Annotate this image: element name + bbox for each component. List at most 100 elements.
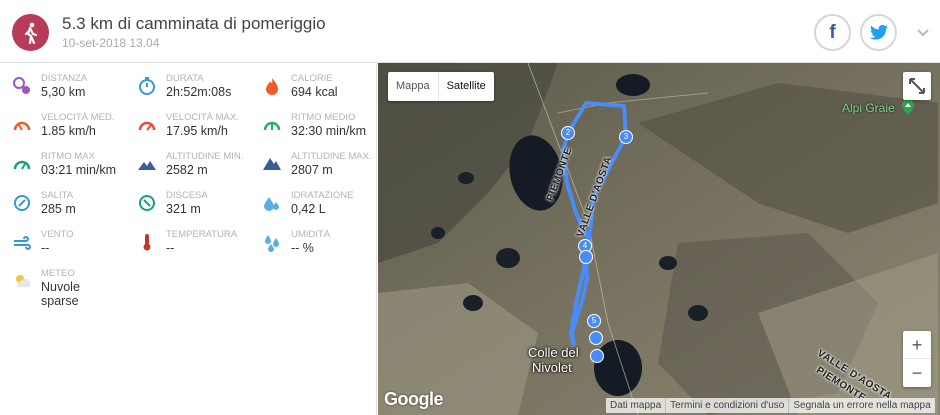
stat-value: 1.85 km/h	[41, 124, 96, 138]
stat-idratazione: IDRATAZIONE 0,42 L	[250, 190, 375, 230]
stat-value: 2h:52m:08s	[166, 85, 232, 99]
stat-label: IDRATAZIONE	[291, 190, 354, 201]
distance-pin-icon	[13, 77, 30, 94]
stat-ritmo-medio: RITMO MEDIO 32:30 min/km	[250, 112, 375, 152]
stat-durata: DURATA 2h:52m:08s	[125, 73, 250, 113]
poi-marker-icon	[902, 99, 914, 115]
zoom-out-button[interactable]: −	[903, 359, 931, 387]
stat-value: 32:30 min/km	[291, 124, 367, 138]
mountain-min-icon	[138, 161, 156, 170]
stat-label: VELOCITÀ MAX.	[166, 112, 239, 123]
route-marker[interactable]	[590, 349, 604, 363]
stat-label: RITMO MAX	[41, 151, 95, 162]
stats-panel: DISTANZA 5,30 km DURATA 2h:52m:08s CALORIE 69…	[0, 63, 377, 415]
stat-label: TEMPERATURA	[166, 229, 238, 240]
fullscreen-icon	[909, 78, 925, 94]
stat-label: ALTITUDINE MAX.	[291, 151, 372, 162]
route-marker[interactable]: 5	[587, 314, 601, 328]
route-marker[interactable]	[589, 331, 603, 345]
speed-gauge-max-icon	[138, 121, 156, 131]
stat-label: CALORIE	[291, 73, 333, 84]
map-data-link[interactable]: Dati mappa	[606, 398, 665, 413]
pace-gauge-max-icon	[13, 160, 31, 170]
zoom-control: + −	[903, 331, 931, 387]
stat-label: VENTO	[41, 229, 74, 240]
stat-value: 2582 m	[166, 163, 208, 177]
map-type-toggle: Mappa Satellite	[388, 72, 494, 101]
stat-label: UMIDITÀ	[291, 229, 331, 240]
stat-value: Nuvole sparse	[41, 280, 80, 308]
thermometer-icon	[143, 234, 151, 251]
stat-value: --	[41, 241, 50, 255]
wind-icon	[14, 236, 31, 250]
stat-label: METEO	[41, 268, 75, 279]
share-twitter-button[interactable]	[860, 14, 897, 51]
stat-value: 285 m	[41, 202, 76, 216]
stat-discesa: DISCESA 321 m	[125, 190, 250, 230]
stat-label: DISTANZA	[41, 73, 88, 84]
stat-value: 2807 m	[291, 163, 333, 177]
mountain-max-icon	[263, 158, 281, 170]
stat-value: 694 kcal	[291, 85, 338, 99]
stat-salita: SALITA 285 m	[0, 190, 125, 230]
satellite-mode-button[interactable]: Satellite	[437, 72, 494, 101]
twitter-bird-icon	[869, 25, 888, 40]
map-footer: Dati mappa Termini e condizioni d'uso Se…	[606, 398, 935, 413]
report-error-link[interactable]: Segnala un errore nella mappa	[788, 398, 934, 413]
descent-compass-icon	[139, 195, 155, 211]
zoom-in-button[interactable]: +	[903, 331, 931, 359]
stat-ritmo-max: RITMO MAX 03:21 min/km	[0, 151, 125, 191]
stopwatch-icon	[139, 77, 155, 95]
stat-value: 0,42 L	[291, 202, 326, 216]
stat-label: DISCESA	[166, 190, 208, 201]
speed-gauge-icon	[13, 121, 31, 131]
share-facebook-button[interactable]: f	[814, 14, 851, 51]
stat-vento: VENTO --	[0, 229, 125, 269]
stat-value: 321 m	[166, 202, 201, 216]
map-mode-button[interactable]: Mappa	[388, 72, 438, 101]
chevron-down-icon[interactable]	[913, 23, 933, 43]
activity-header: 5.3 km di camminata di pomeriggio 10-set…	[0, 0, 940, 63]
activity-date: 10-set-2018 13.04	[62, 36, 160, 50]
stat-value: --	[166, 241, 175, 255]
fullscreen-button[interactable]	[903, 72, 931, 100]
stat-velocit-med: VELOCITÀ MED. 1.85 km/h	[0, 112, 125, 152]
stat-value: 03:21 min/km	[41, 163, 117, 177]
humidity-icon	[265, 235, 279, 252]
stat-altitudine-min: ALTITUDINE MIN. 2582 m	[125, 151, 250, 191]
stat-umidit: UMIDITÀ -- %	[250, 229, 375, 269]
stat-temperatura: TEMPERATURA --	[125, 229, 250, 269]
route-marker[interactable]	[579, 250, 593, 264]
hiker-icon	[24, 22, 37, 44]
place-label-line2: Nivolet	[532, 360, 572, 375]
pace-gauge-icon	[263, 121, 281, 131]
stat-label: VELOCITÀ MED.	[41, 112, 115, 123]
stat-value: 5,30 km	[41, 85, 86, 99]
water-drops-icon	[264, 197, 279, 211]
route-track	[561, 101, 628, 347]
stat-value: -- %	[291, 241, 314, 255]
route-marker[interactable]: 3	[619, 130, 633, 144]
place-label-line1: Colle del	[528, 345, 579, 360]
stat-meteo: METEO Nuvole sparse	[0, 268, 125, 308]
partly-cloudy-icon	[16, 275, 31, 287]
stat-label: SALITA	[41, 190, 74, 201]
stat-label: DURATA	[166, 73, 204, 84]
stat-calorie: CALORIE 694 kcal	[250, 73, 375, 113]
stat-label: ALTITUDINE MIN.	[166, 151, 244, 162]
facebook-icon: f	[829, 21, 836, 43]
stat-label: RITMO MEDIO	[291, 112, 356, 123]
route-marker[interactable]: 2	[561, 126, 575, 140]
stat-velocit-max: VELOCITÀ MAX. 17.95 km/h	[125, 112, 250, 152]
activity-avatar	[12, 14, 49, 51]
stat-distanza: DISTANZA 5,30 km	[0, 73, 125, 113]
terms-link[interactable]: Termini e condizioni d'uso	[665, 398, 788, 413]
google-logo: Google	[384, 389, 444, 409]
poi-label: Alpi Graie	[842, 101, 895, 115]
stat-value: 17.95 km/h	[166, 124, 228, 138]
flame-icon	[266, 78, 278, 95]
route-map[interactable]: 2 3 4 5 PIEMONTE VALLE D'AOSTA VALLE D'A…	[378, 63, 940, 415]
activity-title: 5.3 km di camminata di pomeriggio	[62, 14, 326, 33]
ascent-compass-icon	[14, 195, 30, 211]
stat-altitudine-max: ALTITUDINE MAX. 2807 m	[250, 151, 375, 191]
